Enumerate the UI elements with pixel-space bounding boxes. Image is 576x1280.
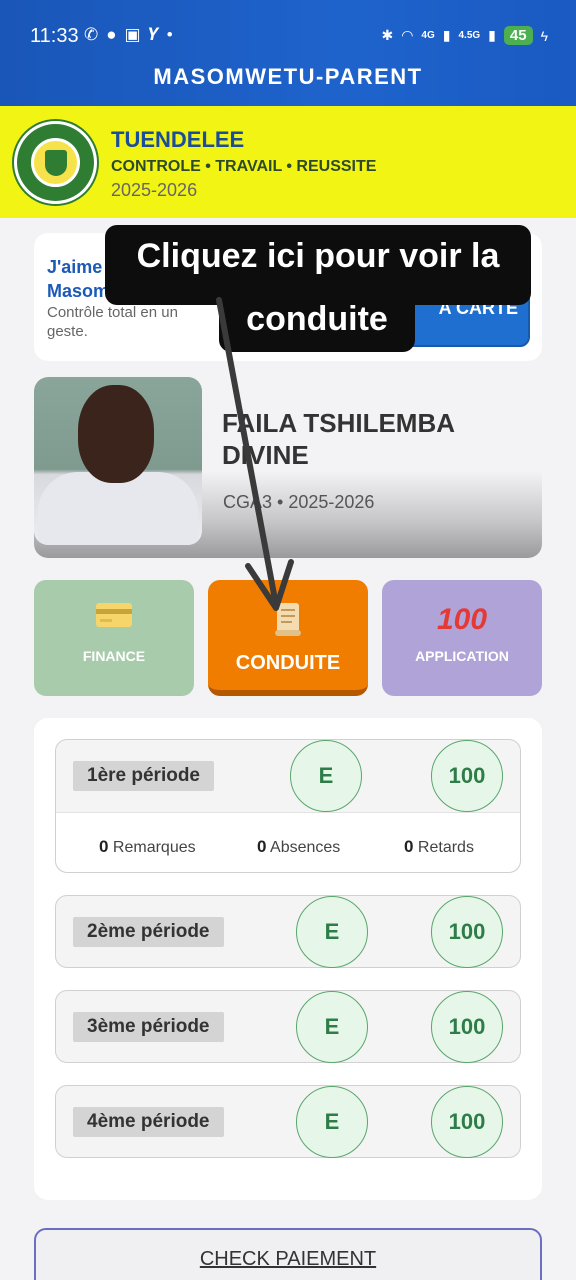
period-label: 4ème période xyxy=(73,1107,224,1137)
check-payment-label: CHECK PAIEMENT xyxy=(199,1248,377,1270)
conduite-label: CONDUITE xyxy=(235,652,341,674)
school-motto: CONTROLE • TRAVAIL • REUSSITE xyxy=(111,158,377,175)
period-card-1[interactable]: 1ère période E 100 0 Remarques 0 Absence… xyxy=(55,739,521,873)
calendar-icon: ▣ xyxy=(124,25,141,44)
conduite-button[interactable]: CONDUITE xyxy=(208,580,368,696)
whatsapp-icon: ✆ xyxy=(84,25,99,44)
student-card[interactable]: FAILA TSHILEMBA DIVINE CGA3 • 2025-2026 xyxy=(34,377,542,558)
grade-circle: E xyxy=(296,896,368,968)
app-title: MASOMWETU-PARENT xyxy=(153,64,423,89)
check-payment-button[interactable]: CHECK PAIEMENT xyxy=(34,1228,542,1280)
student-name: FAILA TSHILEMBA DIVINE xyxy=(222,408,455,470)
period-label: 2ème période xyxy=(73,917,224,947)
score-circle: 100 xyxy=(431,991,503,1063)
student-photo xyxy=(34,377,202,545)
application-label: APPLICATION xyxy=(415,648,509,664)
finance-label: FINANCE xyxy=(82,648,146,664)
remarks-stat: 0 Remarques xyxy=(99,837,196,856)
finance-button[interactable]: FINANCE xyxy=(34,580,194,696)
score-circle: 100 xyxy=(431,1086,503,1158)
grade-circle: E xyxy=(296,991,368,1063)
student-class-year: CGA3 • 2025-2026 xyxy=(223,492,375,512)
app-bar: 11:33 ✆ ● ▣ 𝒀 • ✱ ◠ 4G ▮ 4.5G ▮ 45 ϟ MAS… xyxy=(0,0,576,106)
credit-card-icon xyxy=(34,600,194,640)
more-dot-icon: • xyxy=(166,25,173,44)
score-circle: 100 xyxy=(431,896,503,968)
status-bar: 11:33 ✆ ● ▣ 𝒀 • ✱ ◠ 4G ▮ 4.5G ▮ 45 ϟ xyxy=(0,0,576,60)
signal-icon: ▮ xyxy=(488,27,496,43)
score-circle: 100 xyxy=(431,740,503,812)
period-label: 3ème période xyxy=(73,1012,224,1042)
grade-circle: E xyxy=(290,740,362,812)
school-logo xyxy=(14,121,97,204)
battery-level: 45 xyxy=(503,26,533,45)
grade-circle: E xyxy=(296,1086,368,1158)
tutorial-tooltip-line2[interactable]: conduite xyxy=(219,298,415,352)
status-time: 11:33 xyxy=(30,25,79,47)
conduct-periods-panel: 1ère période E 100 0 Remarques 0 Absence… xyxy=(34,718,542,1200)
school-year: 2025-2026 xyxy=(111,180,198,200)
hundred-points-icon: 100 xyxy=(436,603,488,636)
signal-icon: ▮ xyxy=(442,27,451,43)
period-stats: 0 Remarques 0 Absences 0 Retards xyxy=(56,812,520,872)
shield-icon xyxy=(45,150,67,176)
app-y-icon: 𝒀 xyxy=(148,25,159,44)
bluetooth-icon: ✱ xyxy=(381,27,394,43)
period-label: 1ère période xyxy=(73,761,214,791)
tutorial-tooltip[interactable]: Cliquez ici pour voir la xyxy=(105,225,531,305)
absences-stat: 0 Absences xyxy=(257,837,341,856)
chat-bubble-icon: ● xyxy=(106,25,117,44)
period-card-2[interactable]: 2ème période E 100 xyxy=(55,895,521,968)
charging-icon: ϟ xyxy=(540,27,548,44)
promo-subtitle: Contrôle total en un geste. xyxy=(47,304,178,340)
application-button[interactable]: 100 APPLICATION xyxy=(382,580,542,696)
period-card-3[interactable]: 3ème période E 100 xyxy=(55,990,521,1063)
school-name: TUENDELEE xyxy=(111,127,245,152)
network-4g: 4G xyxy=(421,30,435,41)
network-4-5g: 4.5G xyxy=(458,30,481,41)
period-card-4[interactable]: 4ème période E 100 xyxy=(55,1085,521,1158)
late-stat: 0 Retards xyxy=(404,837,474,856)
scroll-icon xyxy=(208,600,368,640)
wifi-icon: ◠ xyxy=(401,27,414,43)
